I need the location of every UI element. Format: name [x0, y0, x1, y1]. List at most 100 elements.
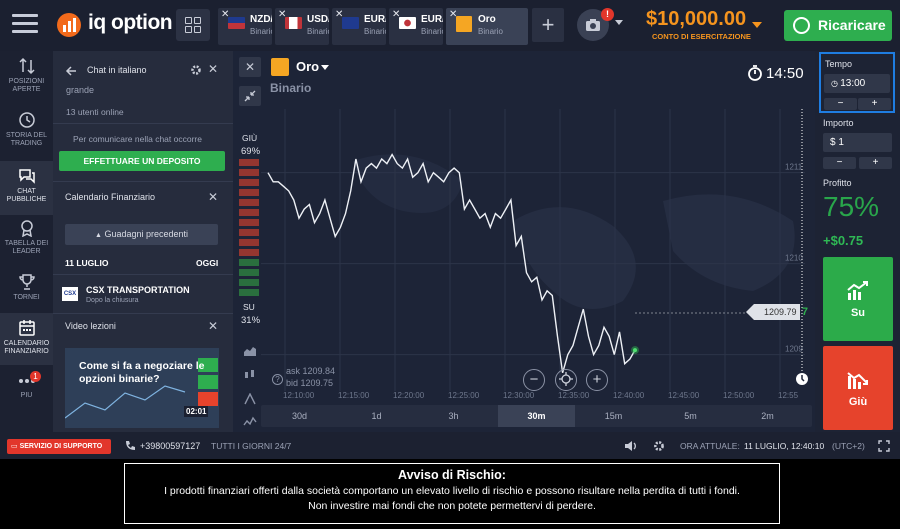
x-tick-label: 12:35:00 — [558, 391, 590, 400]
video-duration: 02:01 — [184, 406, 209, 417]
timezone: (UTC+2) — [832, 441, 865, 451]
sentiment-segment — [239, 199, 259, 206]
deposit-button[interactable]: EFFETTUARE UN DEPOSITO — [59, 151, 225, 171]
video-caption: Come si fa a negoziare le — [79, 360, 205, 372]
trade-panel: Tempo ◷ 13:00 − + Importo $ 1 − + Profit… — [815, 51, 900, 432]
chevron-down-icon[interactable] — [615, 20, 623, 25]
asset-dropdown-icon[interactable] — [321, 65, 329, 70]
close-chat-icon[interactable]: ✕ — [208, 62, 218, 76]
timeframe-30d[interactable]: 30d — [261, 405, 338, 427]
nav-more[interactable]: PIU 1 — [0, 371, 53, 411]
trend-down-icon — [847, 372, 868, 389]
chat-info-text: Per comunicare nella chat occorre — [73, 134, 202, 144]
amount-input[interactable]: $ 1 — [823, 133, 892, 152]
world-map-shape — [353, 154, 463, 213]
candles-icon[interactable] — [239, 365, 261, 385]
previous-earnings-button[interactable]: ▲ Guadagni precedenti — [65, 224, 218, 245]
asset-tab-gold[interactable]: ✕ Oro Binario — [446, 8, 528, 45]
collapse-icon[interactable] — [239, 86, 261, 106]
nav-tournaments[interactable]: TORNEI — [0, 273, 53, 313]
nav-leaderboard[interactable]: TABELLA DEI LEADER — [0, 219, 53, 269]
world-map-shape — [513, 207, 636, 309]
amount-decrease-button[interactable]: − — [823, 157, 856, 169]
call-up-button[interactable]: Su — [823, 257, 893, 341]
refresh-icon — [793, 17, 810, 34]
asset-selector[interactable]: Oro — [296, 59, 319, 74]
balance-dropdown-icon[interactable] — [752, 22, 762, 28]
zoom-out-button[interactable]: − — [523, 369, 545, 391]
time-selector[interactable]: Tempo ◷ 13:00 − + — [819, 52, 895, 113]
time-decrease-button[interactable]: − — [824, 98, 857, 110]
support-phone[interactable]: +39800597127 — [140, 441, 200, 451]
y-tick-label: 1210 — [785, 254, 803, 263]
profit-label: Profitto — [823, 178, 852, 188]
clock-icon: ◷ — [831, 79, 841, 88]
volume-icon[interactable] — [624, 440, 638, 452]
x-tick-label: 12:20:00 — [393, 391, 425, 400]
account-balance[interactable]: $10,000.00 — [646, 8, 746, 31]
tab-type: Binario — [250, 27, 272, 36]
timeframe-2m[interactable]: 2m — [729, 405, 806, 427]
profit-percent: 75% — [823, 191, 880, 222]
calendar-date: 11 LUGLIO — [65, 258, 109, 268]
layout-grid-button[interactable] — [176, 9, 210, 41]
support-hours: TUTTI I GIORNI 24/7 — [211, 441, 292, 451]
gear-icon[interactable] — [190, 64, 202, 76]
nav-trading-history[interactable]: STORIA DEL TRADING — [0, 111, 53, 161]
ask-price: ask 1209.84 — [286, 366, 336, 376]
settings-icon[interactable] — [653, 440, 665, 452]
notification-badge: ! — [601, 8, 614, 21]
timeframe-15m[interactable]: 15m — [575, 405, 652, 427]
asset-tab-nzdusd[interactable]: ✕ NZD/USD Binario — [218, 8, 272, 45]
time-input[interactable]: ◷ 13:00 — [824, 74, 890, 93]
calendar-title: Calendario Finanziario — [65, 192, 156, 202]
csx-logo: CSX — [62, 287, 78, 301]
amount-increase-button[interactable]: + — [859, 157, 892, 169]
event-name[interactable]: CSX TRANSPORTATION — [86, 285, 190, 295]
history-icon — [18, 112, 35, 128]
zoom-in-button[interactable]: + — [586, 369, 608, 391]
timeframe-1d[interactable]: 1d — [338, 405, 415, 427]
nav-open-positions[interactable]: POSIZIONI APERTE — [0, 57, 53, 107]
chart-area[interactable]: 12:10:00 12:15:00 12:20:00 12:25:00 12:30:00… — [233, 51, 815, 432]
nav-public-chat[interactable]: CHAT PUBBLICHE — [0, 161, 53, 215]
time-increase-button[interactable]: + — [858, 98, 891, 110]
top-bar: iq option ✕ NZD/USD Binario ✕ USD/CAD Bi… — [0, 0, 900, 51]
menu-icon[interactable] — [12, 14, 38, 36]
amount-label: Importo — [823, 118, 854, 128]
recharge-button[interactable]: Ricaricare — [784, 10, 892, 41]
tab-type: Binario — [478, 27, 503, 36]
world-map-shape — [663, 194, 795, 291]
video-thumbnail[interactable]: Come si fa a negoziare le opzioni binari… — [65, 348, 219, 428]
asset-tab-eurjpy[interactable]: ✕ EUR/JPY Binario — [389, 8, 443, 45]
arrows-updown-icon — [18, 57, 35, 75]
today-label[interactable]: OGGI — [196, 258, 218, 268]
bid-price: bid 1209.75 — [286, 378, 334, 388]
x-tick-label: 12:10:00 — [283, 391, 315, 400]
indicators-icon[interactable] — [239, 412, 261, 432]
drawing-tools-icon[interactable] — [239, 389, 261, 409]
help-icon[interactable]: ? — [272, 374, 283, 385]
asset-tab-usdcad[interactable]: ✕ USD/CAD Binario — [275, 8, 329, 45]
close-calendar-icon[interactable]: ✕ — [208, 190, 218, 204]
account-type-label: CONTO DI ESERCITAZIONE — [652, 32, 751, 41]
area-chart-icon[interactable] — [239, 341, 261, 361]
support-button[interactable]: ▭ SERVIZIO DI SUPPORTO — [7, 439, 111, 454]
put-down-button[interactable]: Giù — [823, 346, 893, 430]
gold-icon — [456, 16, 472, 32]
sentiment-segment — [239, 189, 259, 196]
y-tick-label: 1209 — [785, 345, 803, 354]
nav-financial-calendar[interactable]: CALENDARIO FINANZIARIO — [0, 313, 53, 365]
back-arrow-icon[interactable] — [65, 65, 77, 77]
close-video-icon[interactable]: ✕ — [208, 319, 218, 333]
asset-tab-euraud[interactable]: ✕ EUR/AUD Binario — [332, 8, 386, 45]
profit-amount: +$0.75 — [823, 233, 864, 248]
add-tab-button[interactable]: + — [532, 8, 564, 42]
center-chart-button[interactable] — [555, 369, 577, 391]
timeframe-3h[interactable]: 3h — [415, 405, 492, 427]
fullscreen-icon[interactable] — [878, 440, 890, 452]
x-tick-label: 12:25:00 — [448, 391, 480, 400]
timeframe-30m[interactable]: 30m — [498, 405, 575, 427]
timeframe-5m[interactable]: 5m — [652, 405, 729, 427]
close-chart-icon[interactable]: ✕ — [239, 57, 261, 77]
